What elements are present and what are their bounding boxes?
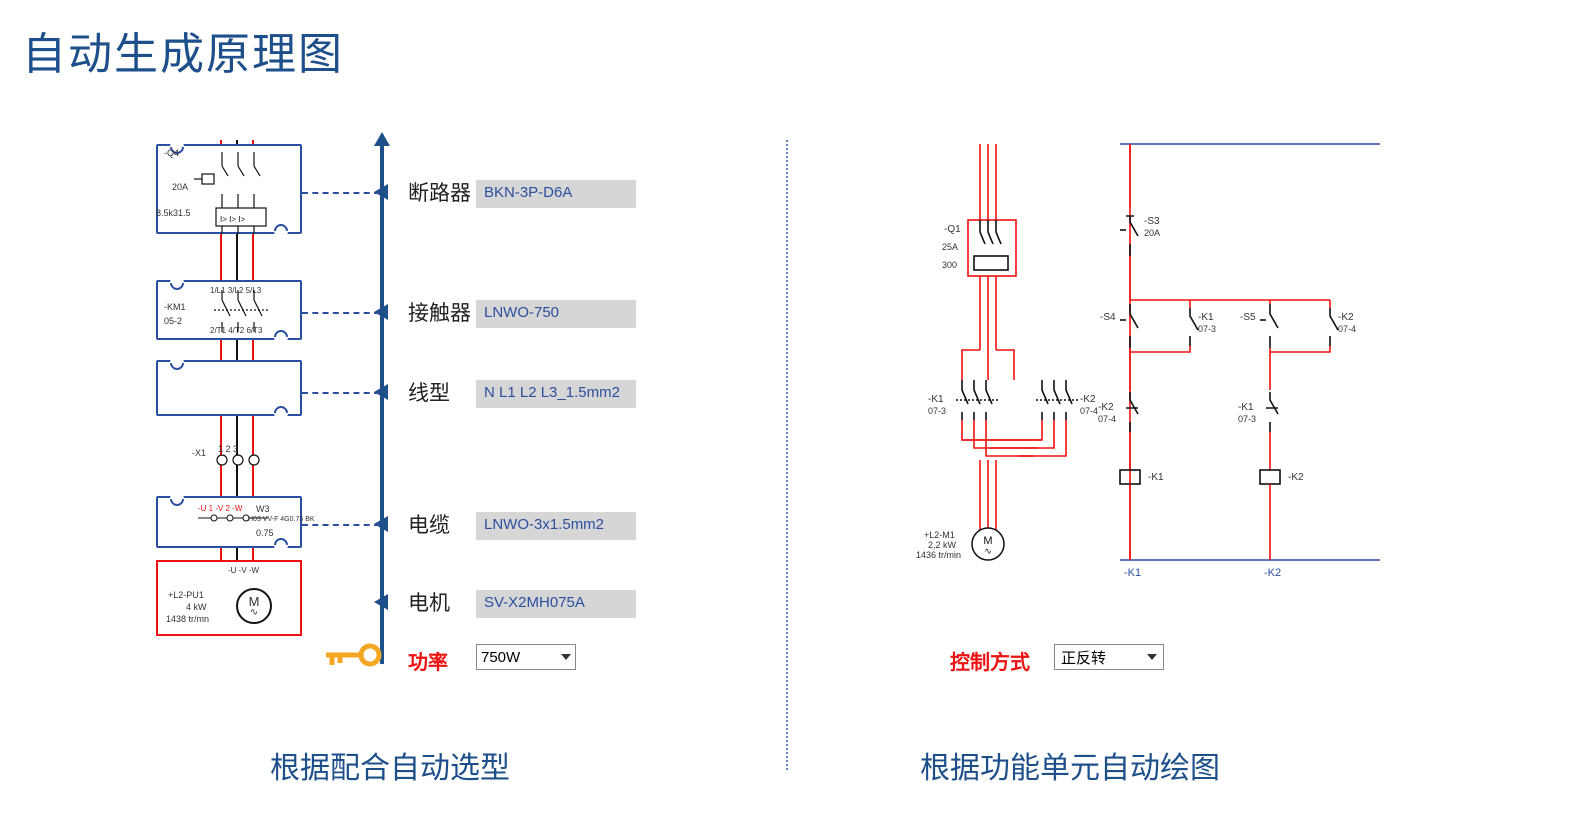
label-motor: 电机 [408,590,450,618]
terminal-pins: 1 2 3 [218,444,238,454]
vertical-divider [786,140,788,770]
svg-text:07-4: 07-4 [1338,324,1356,334]
control-label: 控制方式 [950,646,1030,675]
axis-line [380,144,384,664]
right-panel: M ∿ [830,140,1530,700]
svg-text:07-4: 07-4 [1098,414,1116,424]
motor-wave: ∿ [250,608,258,618]
control-schematic: M ∿ [880,140,1400,600]
cable-symbol: -U 1 -V 2 -W W3 H03 VV-F 4G0.75 BK 0.75 [156,496,302,548]
label-cable: 电缆 [408,512,450,540]
svg-text:-Q1: -Q1 [944,224,961,235]
breaker-symbol: -Q4 20A 8.5k31.5 I> I> I> [156,144,302,234]
svg-text:-K1: -K1 [1148,472,1164,483]
svg-text:07-3: 07-3 [928,406,946,416]
svg-text:-K2: -K2 [1288,472,1304,483]
tick-icon [374,594,388,610]
axis-arrow-icon [374,132,390,146]
chevron-down-icon [1147,654,1157,660]
value-breaker: BKN-3P-D6A [476,180,636,208]
svg-text:20A: 20A [1144,228,1160,238]
value-cable: LNWO-3x1.5mm2 [476,512,636,540]
svg-text:-K2: -K2 [1080,394,1096,405]
svg-text:I> I> I>: I> I> I> [220,215,245,224]
right-caption: 根据功能单元自动绘图 [920,743,1220,787]
svg-text:25A: 25A [942,242,958,252]
svg-text:300: 300 [942,260,957,270]
svg-text:2,2 kW: 2,2 kW [928,540,957,550]
power-select[interactable]: 750W [476,644,576,670]
connector-line [302,392,380,394]
value-wiretype: N L1 L2 L3_1.5mm2 [476,380,636,408]
left-caption: 根据配合自动选型 [270,743,510,787]
control-select[interactable]: 正反转 [1054,644,1164,670]
power-value: 750W [481,649,520,666]
left-panel: 断路器 BKN-3P-D6A -Q4 20A 8.5k31.5 I> I> I>… [150,140,710,700]
svg-text:-K1: -K1 [1124,567,1141,579]
motor-speed: 1438 tr/mn [166,614,209,624]
connector-line [302,524,380,526]
svg-text:-S4: -S4 [1100,312,1116,323]
svg-text:07-3: 07-3 [1198,324,1216,334]
label-contactor: 接触器 [408,300,471,328]
svg-text:∿: ∿ [984,546,992,556]
svg-text:-K1: -K1 [1238,402,1254,413]
motor-power: 4 kW [186,602,207,612]
control-value: 正反转 [1061,647,1106,668]
motor-symbol: +L2-PU1 4 kW 1438 tr/mn -U -V -W M ∿ [156,560,302,636]
svg-text:+L2-M1: +L2-M1 [924,530,955,540]
chevron-down-icon [561,654,571,660]
terminal-symbol: -X1 1 2 3 [194,448,274,473]
value-motor: SV-X2MH075A [476,590,636,618]
svg-text:-K1: -K1 [928,394,944,405]
svg-text:-K2: -K2 [1098,402,1114,413]
svg-text:-S5: -S5 [1240,312,1256,323]
svg-text:-K2: -K2 [1264,567,1281,579]
motor-m: M [249,595,260,608]
terminal-ref: -X1 [192,448,206,458]
label-wiretype: 线型 [408,380,450,408]
value-contactor: LNWO-750 [476,300,636,328]
svg-text:-K1: -K1 [1198,312,1214,323]
svg-text:07-3: 07-3 [1238,414,1256,424]
key-icon [322,640,382,670]
power-label: 功率 [408,646,448,675]
connector-line [302,192,380,194]
wiretype-symbol [156,360,302,416]
motor-ref: +L2-PU1 [168,590,204,600]
svg-text:07-4: 07-4 [1080,406,1098,416]
motor-terms: -U -V -W [228,566,259,575]
contactor-symbol: -KM1 05-2 1/L1 3/L2 5/L3 2/T1 4/T2 6/T3 [156,280,302,340]
label-breaker: 断路器 [408,180,471,208]
svg-text:-S3: -S3 [1144,216,1160,227]
connector-line [302,312,380,314]
svg-text:-K2: -K2 [1338,312,1354,323]
page-title: 自动生成原理图 [22,18,344,82]
svg-text:1436 tr/min: 1436 tr/min [916,550,961,560]
motor-icon: M ∿ [236,588,272,624]
